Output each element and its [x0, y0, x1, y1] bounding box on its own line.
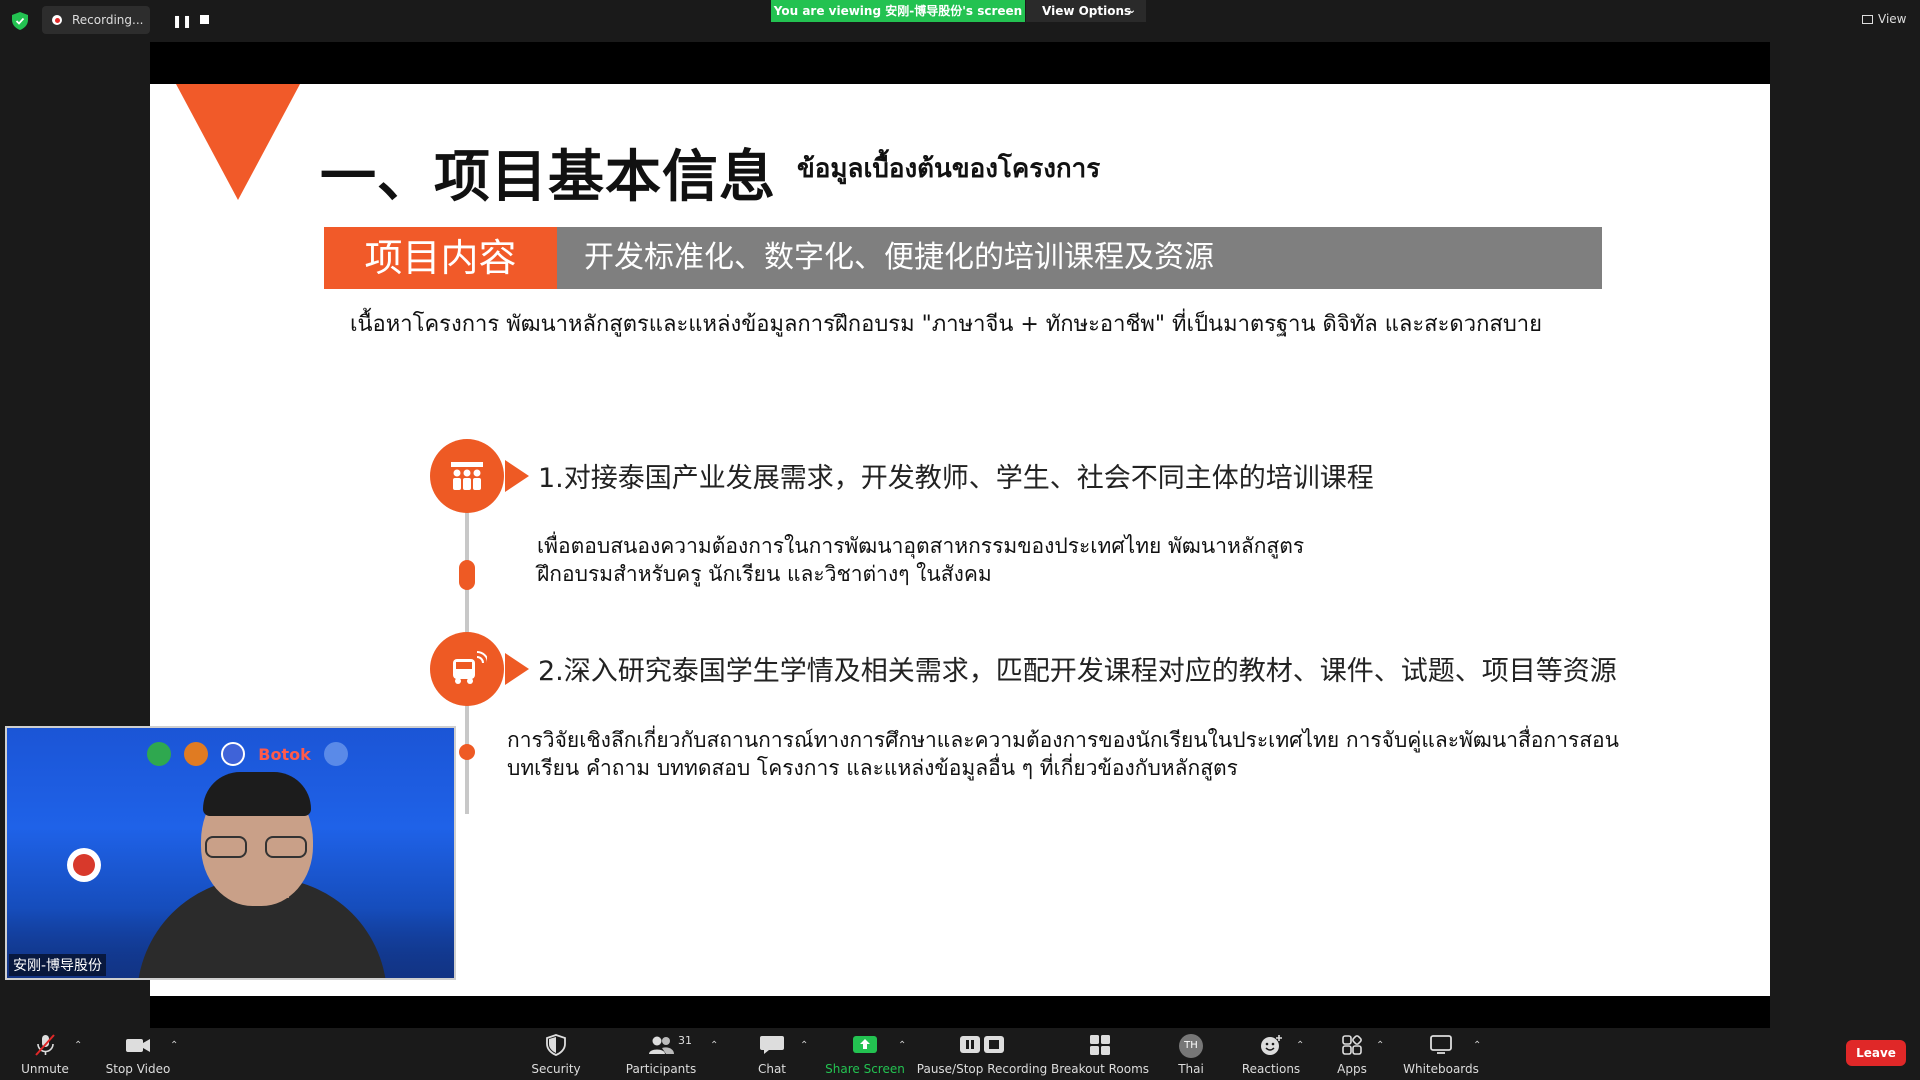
participant-video-tile[interactable]: Botok 安刚-博导股份 — [5, 726, 456, 980]
participant-name-label: 安刚-博导股份 — [9, 954, 107, 976]
training-people-icon — [430, 439, 504, 513]
participants-label: Participants — [625, 1062, 697, 1076]
breakout-rooms-icon — [1090, 1035, 1110, 1055]
view-button[interactable]: View — [1862, 12, 1906, 26]
meeting-toolbar: Unmute ⌃ Stop Video ⌃ Security Participa… — [0, 1028, 1920, 1080]
pause-recording-icon[interactable]: ❚❚ — [172, 14, 192, 28]
school-logo-icon — [67, 848, 101, 882]
background-logos: Botok — [147, 742, 356, 766]
participants-icon — [649, 1036, 674, 1054]
view-grid-icon — [1862, 15, 1873, 24]
project-content-band: 项目内容 开发标准化、数字化、便捷化的培训课程及资源 — [324, 227, 1602, 289]
band-text: 开发标准化、数字化、便捷化的培训课程及资源 — [584, 240, 1214, 275]
chat-options-chevron-icon[interactable]: ⌃ — [800, 1040, 808, 1051]
view-label: View — [1878, 12, 1907, 26]
item-1-desc-line1: เพื่อตอบสนองความต้องการในการพัฒนาอุตสาหก… — [537, 534, 1305, 558]
item-1-desc-line2: ฝึกอบรมสำหรับครู นักเรียน และวิชาต่างๆ ใ… — [537, 562, 992, 586]
view-options-button[interactable]: View Options ⌄ — [1026, 0, 1146, 22]
share-screen-icon — [853, 1036, 877, 1053]
audio-options-chevron-icon[interactable]: ⌃ — [74, 1040, 82, 1051]
thai-avatar-icon: TH — [1179, 1034, 1203, 1058]
recording-indicator[interactable]: Recording... — [42, 6, 150, 34]
item-2-desc-line2: บทเรียน คำถาม บททดสอบ โครงการ และแหล่งข้… — [507, 756, 1238, 780]
thai-intro-text: เนื้อหาโครงการ พัฒนาหลักสูตรและแหล่งข้อม… — [350, 312, 1543, 337]
orange-triangle-decoration — [176, 84, 300, 200]
item-2-title: 2.深入研究泰国学生学情及相关需求，匹配开发课程对应的教材、课件、试题、项目等资… — [538, 656, 1617, 687]
stop-recording-icon[interactable] — [200, 15, 209, 24]
security-button[interactable]: Security — [501, 1028, 611, 1080]
whiteboards-label: Whiteboards — [1403, 1062, 1479, 1076]
participant-hair — [203, 772, 311, 816]
logo-icon — [221, 742, 246, 766]
whiteboard-icon — [1430, 1035, 1452, 1054]
viewing-screen-banner: You are viewing 安刚-博导股份's screen — [771, 0, 1025, 22]
pause-stop-recording-button[interactable]: Pause/Stop Recording — [917, 1028, 1047, 1080]
slide-subtitle: ข้อมูลเบื้องต้นของโครงการ — [797, 154, 1101, 184]
band-label: 项目内容 — [324, 227, 557, 289]
whiteboards-options-chevron-icon[interactable]: ⌃ — [1473, 1040, 1481, 1051]
glasses-icon — [205, 836, 309, 860]
shield-icon — [546, 1034, 566, 1056]
recording-label: Recording... — [72, 13, 144, 27]
microphone-muted-icon — [35, 1034, 55, 1056]
logo-icon — [184, 742, 209, 766]
meeting-top-bar: Recording... ❚❚ You are viewing 安刚-博导股份'… — [0, 0, 1920, 42]
timeline-marker — [459, 560, 475, 590]
whiteboards-button[interactable]: Whiteboards — [1386, 1028, 1496, 1080]
recording-dot-icon — [52, 15, 62, 25]
video-options-chevron-icon[interactable]: ⌃ — [170, 1040, 178, 1051]
security-shield-icon — [12, 12, 28, 30]
botok-logo: Botok — [258, 744, 311, 764]
item-2-desc-line1: การวิจัยเชิงลึกเกี่ยวกับสถานการณ์ทางการศ… — [507, 728, 1619, 752]
share-screen-button[interactable]: Share Screen — [810, 1028, 920, 1080]
apps-options-chevron-icon[interactable]: ⌃ — [1376, 1040, 1384, 1051]
chevron-down-icon: ⌄ — [1127, 5, 1136, 16]
stop-video-label: Stop Video — [105, 1062, 171, 1076]
slide-title: 一、项目基本信息 — [320, 145, 776, 210]
view-options-label: View Options — [1042, 4, 1132, 18]
pause-stop-recording-icon — [960, 1036, 1004, 1053]
bus-signal-icon — [430, 632, 504, 706]
apps-icon — [1342, 1035, 1362, 1055]
stop-video-button[interactable]: Stop Video — [83, 1028, 193, 1080]
share-screen-label: Share Screen — [825, 1062, 905, 1076]
video-camera-icon — [126, 1039, 150, 1052]
timeline-marker — [459, 744, 475, 760]
share-options-chevron-icon[interactable]: ⌃ — [898, 1040, 906, 1051]
logo-icon — [323, 742, 348, 766]
arrow-right-icon — [505, 460, 529, 492]
leave-button[interactable]: Leave — [1846, 1040, 1906, 1066]
pause-stop-recording-label: Pause/Stop Recording — [916, 1062, 1048, 1076]
logo-icon — [147, 742, 171, 766]
chat-bubble-icon — [760, 1036, 784, 1054]
participants-count: 31 — [678, 1034, 692, 1047]
arrow-right-icon — [505, 653, 529, 685]
item-1-title: 1.对接泰国产业发展需求，开发教师、学生、社会不同主体的培训课程 — [538, 463, 1374, 494]
participants-button[interactable]: Participants — [606, 1028, 716, 1080]
security-label: Security — [531, 1062, 581, 1076]
smiley-plus-icon — [1261, 1035, 1282, 1055]
